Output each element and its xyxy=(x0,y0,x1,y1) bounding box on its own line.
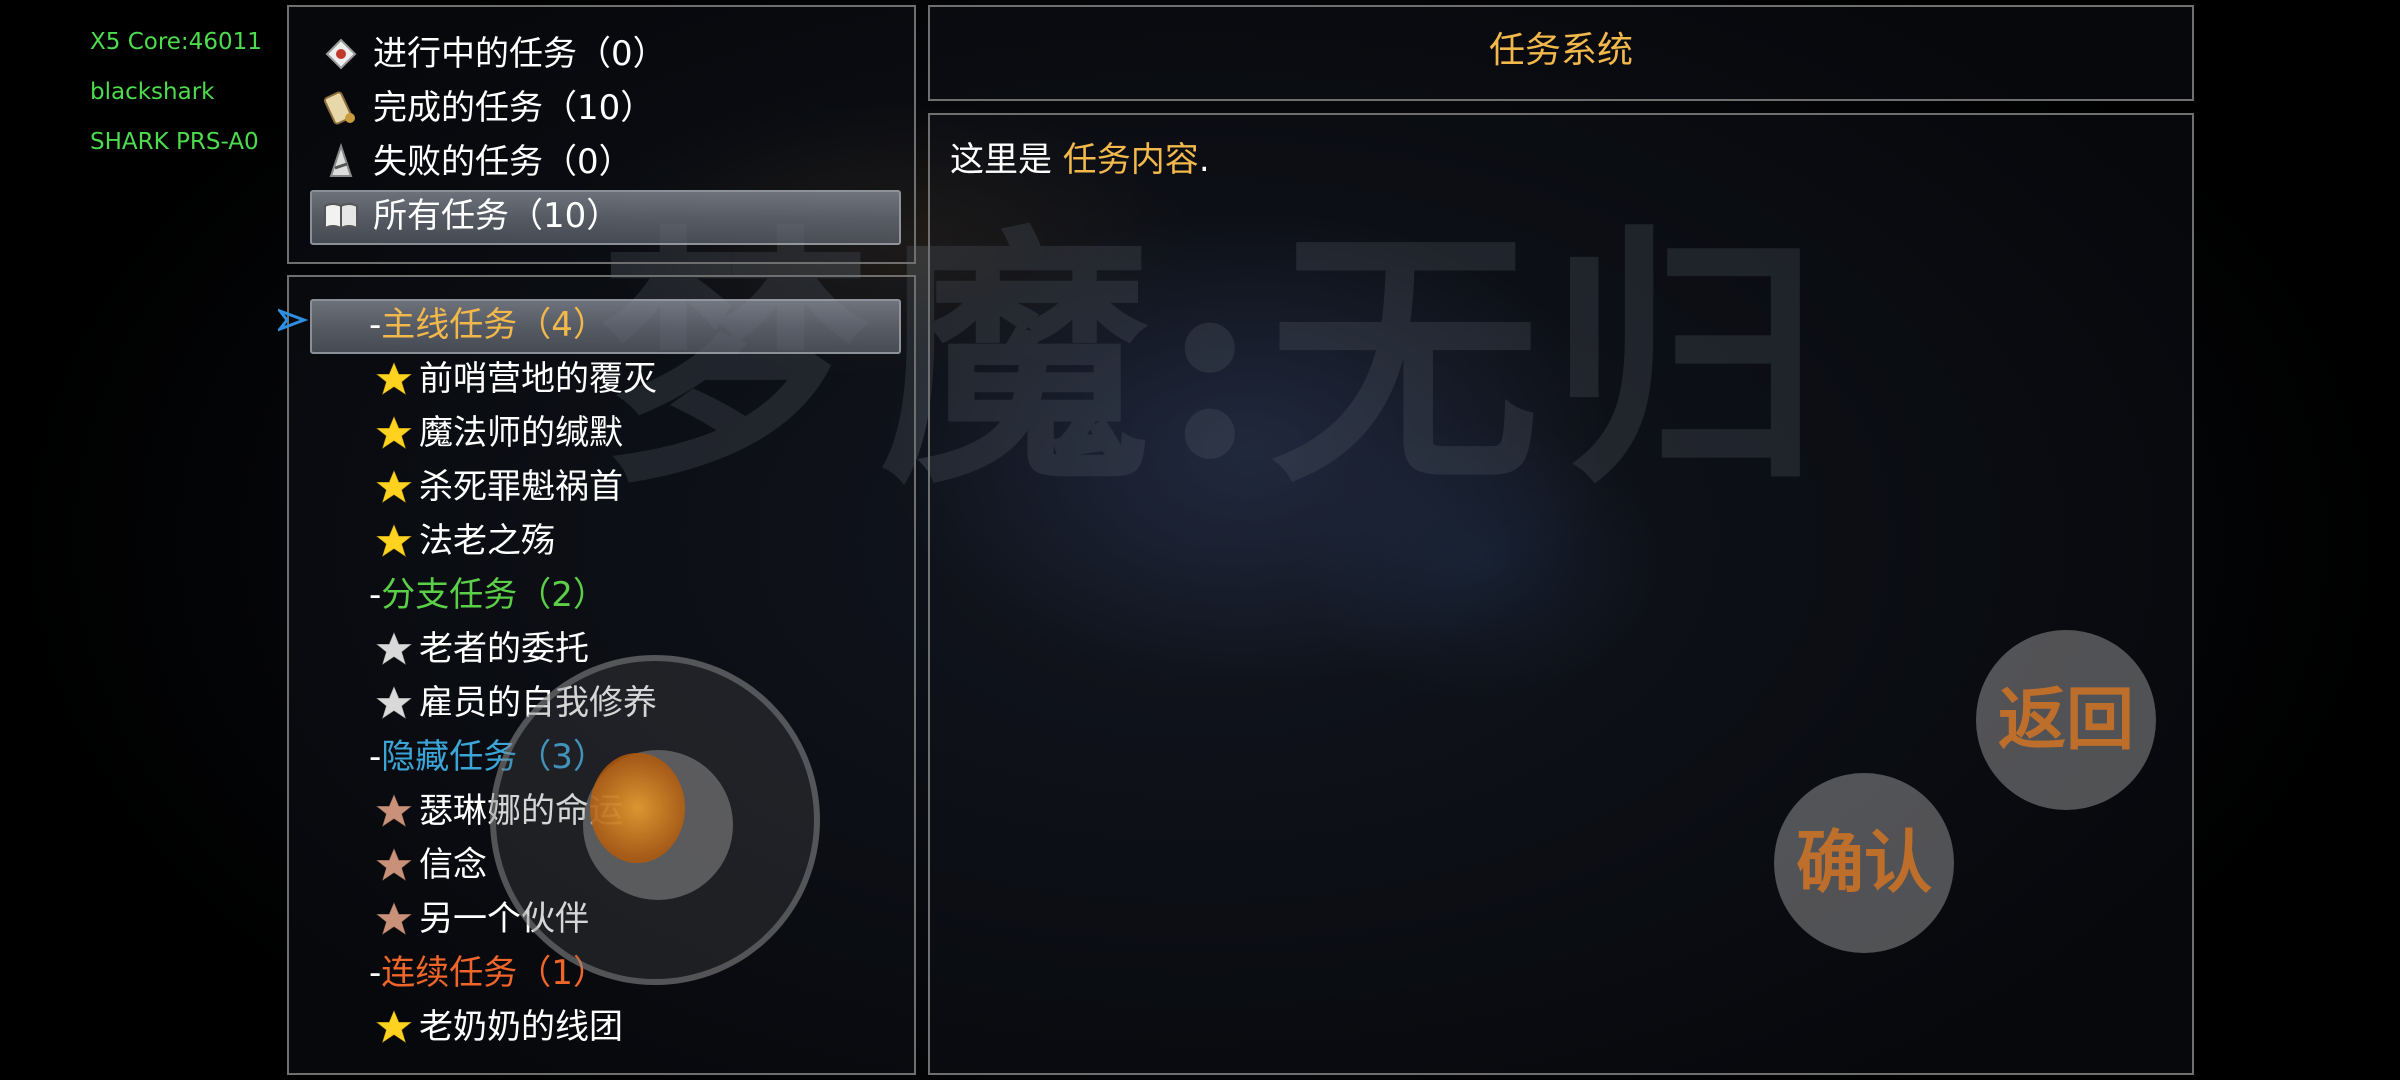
star-icon xyxy=(375,414,413,452)
device-info: X5 Core:46011 blackshark SHARK PRS-A0 xyxy=(90,22,262,172)
quest-content-panel: 这里是 任务内容. xyxy=(928,113,2194,1075)
broken-blade-icon xyxy=(321,142,361,182)
quest-category[interactable]: -主线任务（4） xyxy=(369,299,607,351)
quest-label: 老者的委托 xyxy=(419,629,589,669)
filter-all[interactable]: 所有任务（10） xyxy=(321,190,901,242)
category-toggle: - xyxy=(369,575,382,615)
content-suffix: . xyxy=(1198,140,1210,180)
star-icon xyxy=(375,522,413,560)
rolled-scroll-icon xyxy=(321,88,361,128)
device-info-model: SHARK PRS-A0 xyxy=(90,129,259,155)
category-label: 主线任务（4） xyxy=(381,305,607,345)
category-toggle: - xyxy=(369,953,382,993)
back-button[interactable]: 返回 xyxy=(1976,630,2156,810)
category-toggle: - xyxy=(369,737,382,777)
scroll-envelope-icon xyxy=(321,34,361,74)
quest-category[interactable]: -分支任务（2） xyxy=(369,569,607,621)
content-prefix: 这里是 xyxy=(950,140,1063,180)
page-title: 任务系统 xyxy=(1488,30,1633,71)
quest-content-text: 这里是 任务内容. xyxy=(950,135,1210,185)
content-highlight: 任务内容 xyxy=(1062,140,1199,180)
star-icon xyxy=(375,468,413,506)
star-icon xyxy=(375,630,413,668)
device-info-brand: blackshark xyxy=(90,79,215,105)
filter-label: 失败的任务（0） xyxy=(373,142,633,182)
quest-filter-panel: 进行中的任务（0） 完成的任务（10） 失败的任务（0） 所有任务（10） xyxy=(287,5,916,264)
title-panel: 任务系统 xyxy=(928,5,2194,101)
star-icon xyxy=(375,684,413,722)
joystick-emblem-icon xyxy=(590,753,685,863)
confirm-button[interactable]: 确认 xyxy=(1774,773,1954,953)
quest-label: 杀死罪魁祸首 xyxy=(419,467,623,507)
star-icon xyxy=(375,792,413,830)
category-toggle: - xyxy=(369,305,382,345)
quest-label: 信念 xyxy=(419,845,487,885)
quest-label: 魔法师的缄默 xyxy=(419,413,623,453)
filter-label: 所有任务（10） xyxy=(373,196,621,236)
star-icon xyxy=(375,1008,413,1046)
open-book-icon xyxy=(321,196,361,236)
star-icon xyxy=(375,900,413,938)
quest-label: 老奶奶的线团 xyxy=(419,1007,623,1047)
category-label: 分支任务（2） xyxy=(381,575,607,615)
quest-label: 前哨营地的覆灭 xyxy=(419,359,657,399)
filter-in-progress[interactable]: 进行中的任务（0） xyxy=(321,28,901,80)
quest-label: 法老之殇 xyxy=(419,521,555,561)
filter-completed[interactable]: 完成的任务（10） xyxy=(321,82,901,134)
device-info-core: X5 Core:46011 xyxy=(90,29,262,55)
filter-label: 完成的任务（10） xyxy=(373,88,655,128)
filter-failed[interactable]: 失败的任务（0） xyxy=(321,136,901,188)
star-icon xyxy=(375,846,413,884)
star-icon xyxy=(375,360,413,398)
filter-label: 进行中的任务（0） xyxy=(373,34,667,74)
selection-arrow-icon xyxy=(278,308,308,332)
